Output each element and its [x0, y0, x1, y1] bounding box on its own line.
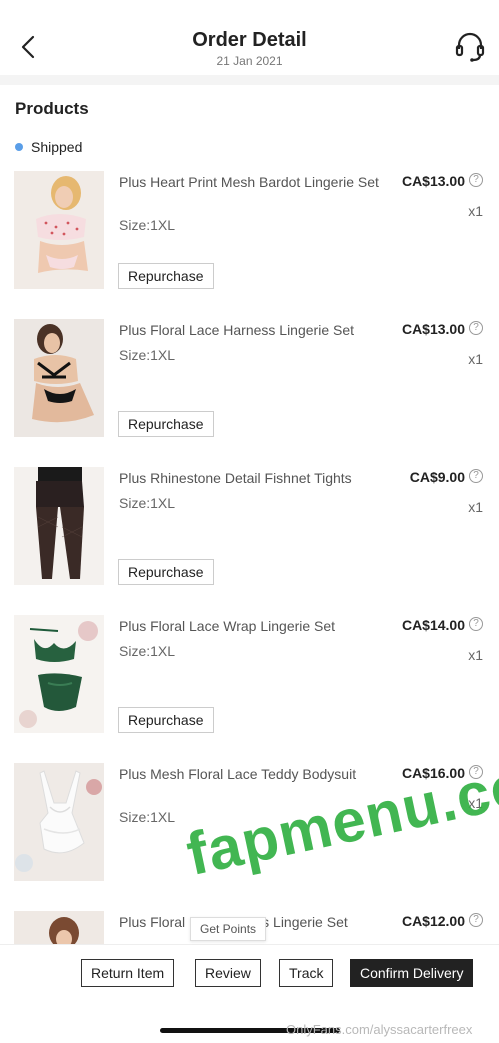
repurchase-button[interactable]: Repurchase [118, 263, 214, 289]
products-heading: Products [15, 99, 89, 118]
header-separator [0, 75, 499, 85]
product-price: CA$13.00 [401, 173, 465, 189]
product-size: Size:1XL [119, 809, 176, 825]
product-thumbnail[interactable] [14, 467, 104, 585]
product-price: CA$9.00 [409, 469, 465, 485]
product-thumbnail[interactable] [14, 615, 104, 733]
product-item: Plus Heart Print Mesh Bardot Lingerie Se… [0, 171, 499, 311]
product-quantity: x1 [468, 647, 483, 663]
product-name[interactable]: Plus Floral Lace Wrap Lingerie Set [119, 617, 384, 635]
get-points-tooltip[interactable]: Get Points [190, 917, 267, 941]
repurchase-button[interactable]: Repurchase [118, 411, 214, 437]
product-name[interactable]: Plus Floral Lace Harness Lingerie Set [119, 321, 384, 339]
status-label: Shipped [31, 139, 83, 155]
order-date: 21 Jan 2021 [216, 54, 283, 68]
track-button[interactable]: Track [279, 959, 334, 987]
shipment-status: Shipped [15, 139, 82, 155]
product-size: Size:1XL [119, 643, 176, 659]
repurchase-button[interactable]: Repurchase [118, 559, 214, 585]
product-size: Size:1XL [119, 217, 176, 233]
header: Order Detail 21 Jan 2021 [0, 0, 499, 75]
status-dot [15, 143, 23, 151]
price-help-icon[interactable]: ? [469, 617, 483, 631]
product-thumbnail[interactable] [14, 911, 104, 944]
product-quantity: x1 [468, 499, 483, 515]
product-name[interactable]: Plus Rhinestone Detail Fishnet Tights [119, 469, 384, 487]
product-item: Plus Rhinestone Detail Fishnet Tights Si… [0, 467, 499, 607]
price-help-icon[interactable]: ? [469, 321, 483, 335]
product-name-visible: Plus Floral [119, 914, 186, 930]
price-help-icon[interactable]: ? [469, 913, 483, 927]
customer-support-button[interactable] [454, 30, 486, 64]
product-name[interactable]: Plus Mesh Floral Lace Teddy Bodysuit [119, 765, 384, 783]
headset-icon [455, 32, 485, 62]
product-price: CA$13.00 [401, 321, 465, 337]
repurchase-button[interactable]: Repurchase [118, 707, 214, 733]
review-button[interactable]: Review [195, 959, 261, 987]
source-watermark: OnlyFans.com/alyssacarterfreex [286, 1022, 473, 1037]
price-help-icon[interactable]: ? [469, 469, 483, 483]
product-quantity: x1 [468, 203, 483, 219]
product-size: Size:1XL [119, 495, 176, 511]
product-name[interactable]: Plus Heart Print Mesh Bardot Lingerie Se… [119, 173, 384, 191]
return-item-button[interactable]: Return Item [81, 959, 175, 987]
price-help-icon[interactable]: ? [469, 173, 483, 187]
confirm-delivery-button[interactable]: Confirm Delivery [350, 959, 474, 987]
product-price: CA$14.00 [401, 617, 465, 633]
product-name-tail: ss Lingerie Set [255, 914, 348, 930]
product-item: Plus Floral Lace Wrap Lingerie Set Size:… [0, 615, 499, 755]
product-thumbnail[interactable] [14, 319, 104, 437]
product-quantity: x1 [468, 351, 483, 367]
product-size: Size:1XL [119, 347, 176, 363]
product-thumbnail[interactable] [14, 763, 104, 881]
product-thumbnail[interactable] [14, 171, 104, 289]
page-title: Order Detail [192, 29, 307, 51]
product-price: CA$12.00 [401, 913, 465, 929]
product-item: Plus Floral Lace Harness Lingerie Set Si… [0, 319, 499, 459]
